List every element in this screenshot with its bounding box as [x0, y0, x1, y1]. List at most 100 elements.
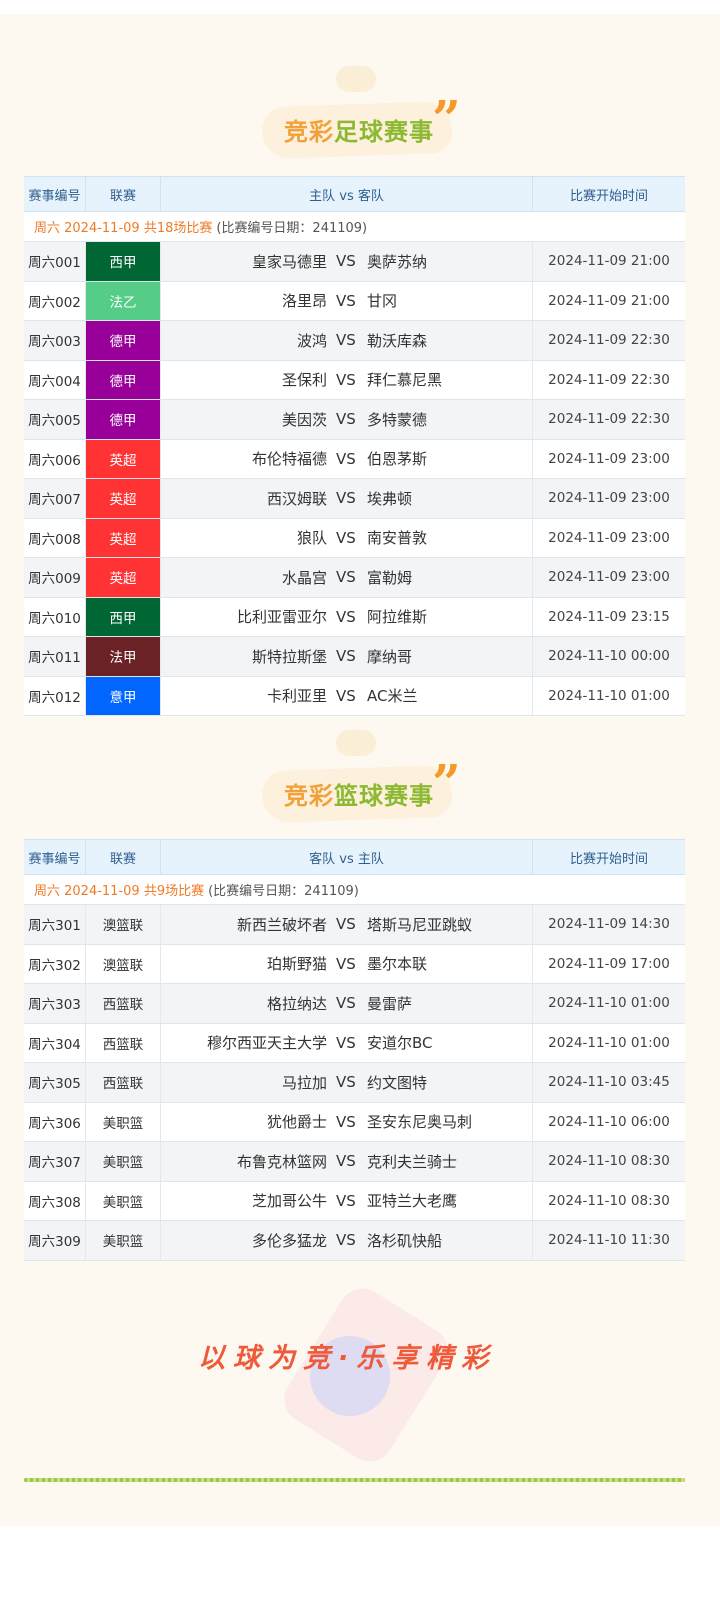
table-row[interactable]: 周六012 意甲 卡利亚里 VS AC米兰 2024-11-10 01:00 [24, 676, 685, 716]
table-row[interactable]: 周六302 澳篮联 珀斯野猫 VS 墨尔本联 2024-11-09 17:00 [24, 944, 685, 984]
table-row[interactable]: 周六307 美职篮 布鲁克林篮网 VS 克利夫兰骑士 2024-11-10 08:30 [24, 1142, 685, 1182]
teams-cell: 布鲁克林篮网 VS 克利夫兰骑士 [161, 1142, 533, 1181]
home-team: 圣保利 [281, 371, 327, 390]
start-time: 2024-11-10 03:45 [548, 1074, 670, 1091]
table-row[interactable]: 周六010 西甲 比利亚雷亚尔 VS 阿拉维斯 2024-11-09 23:15 [24, 597, 685, 637]
match-id: 周六308 [24, 1181, 86, 1220]
teams-cell: 格拉纳达 VS 曼雷萨 [161, 984, 533, 1023]
table-row[interactable]: 周六303 西篮联 格拉纳达 VS 曼雷萨 2024-11-10 01:00 [24, 984, 685, 1024]
vs-label: VS [336, 528, 356, 547]
teams-cell: 斯特拉斯堡 VS 摩纳哥 [161, 637, 533, 676]
quote-mark-icon: ” [432, 753, 461, 812]
table-row[interactable]: 周六309 美职篮 多伦多猛龙 VS 洛杉矶快船 2024-11-10 11:30 [24, 1221, 685, 1261]
away-team: 南安普敦 [367, 529, 428, 548]
table-row[interactable]: 周六006 英超 布伦特福德 VS 伯恩茅斯 2024-11-09 23:00 [24, 439, 685, 479]
home-team: 比利亚雷亚尔 [236, 608, 327, 627]
start-time: 2024-11-10 01:00 [548, 995, 670, 1012]
league-badge: 澳篮联 [86, 944, 161, 983]
match-id: 周六304 [24, 1023, 86, 1062]
table-row[interactable]: 周六001 西甲 皇家马德里 VS 奥萨苏纳 2024-11-09 21:00 [24, 242, 685, 282]
vs-label: VS [336, 449, 356, 468]
grass-divider [24, 1478, 685, 1482]
match-id: 周六004 [24, 360, 86, 399]
table-row[interactable]: 周六308 美职篮 芝加哥公牛 VS 亚特兰大老鹰 2024-11-10 08:30 [24, 1181, 685, 1221]
start-time: 2024-11-10 08:30 [548, 1192, 670, 1209]
table-row[interactable]: 周六011 法甲 斯特拉斯堡 VS 摩纳哥 2024-11-10 00:00 [24, 637, 685, 677]
home-team: 格拉纳达 [266, 994, 327, 1013]
teams-cell: 马拉加 VS 约文图特 [161, 1063, 533, 1102]
start-time: 2024-11-10 08:30 [548, 1153, 670, 1170]
teams-cell: 水晶宫 VS 富勒姆 [161, 558, 533, 597]
teams-cell: 比利亚雷亚尔 VS 阿拉维斯 [161, 597, 533, 636]
teams-cell: 圣保利 VS 拜仁慕尼黑 [161, 360, 533, 399]
match-id: 周六008 [24, 518, 86, 557]
basketball-table: 赛事编号 联赛 客队 vs 主队 比赛开始时间 周六 2024-11-09 共9… [24, 839, 685, 1261]
vs-label: VS [336, 291, 356, 310]
start-time: 2024-11-09 22:30 [548, 332, 670, 349]
vs-label: VS [336, 410, 356, 429]
match-id: 周六001 [24, 242, 86, 281]
league-badge: 法乙 [86, 281, 161, 320]
start-time: 2024-11-09 22:30 [548, 411, 670, 428]
start-time: 2024-11-09 21:00 [548, 292, 670, 309]
match-id: 周六302 [24, 944, 86, 983]
home-team: 多伦多猛龙 [251, 1231, 327, 1250]
start-time: 2024-11-10 01:00 [548, 1034, 670, 1051]
table-row[interactable]: 周六005 德甲 美因茨 VS 多特蒙德 2024-11-09 22:30 [24, 400, 685, 440]
table-row[interactable]: 周六007 英超 西汉姆联 VS 埃弗顿 2024-11-09 23:00 [24, 479, 685, 519]
vs-label: VS [336, 370, 356, 389]
home-team: 布伦特福德 [251, 450, 327, 469]
away-team: 塔斯马尼亚跳蚁 [367, 915, 473, 934]
vs-label: VS [336, 954, 356, 973]
match-id: 周六307 [24, 1142, 86, 1181]
table-row[interactable]: 周六002 法乙 洛里昂 VS 甘冈 2024-11-09 21:00 [24, 281, 685, 321]
league-badge: 英超 [86, 518, 161, 557]
vs-label: VS [336, 1033, 356, 1052]
league-badge: 西甲 [86, 242, 161, 281]
start-time: 2024-11-09 23:00 [548, 529, 670, 546]
vs-label: VS [336, 607, 356, 626]
home-team: 穆尔西亚天主大学 [206, 1034, 327, 1053]
away-team: 安道尔BC [367, 1034, 433, 1053]
away-team: 拜仁慕尼黑 [367, 371, 443, 390]
table-row[interactable]: 周六004 德甲 圣保利 VS 拜仁慕尼黑 2024-11-09 22:30 [24, 360, 685, 400]
match-id: 周六309 [24, 1221, 86, 1260]
home-team: 皇家马德里 [251, 252, 327, 271]
away-team: 约文图特 [367, 1073, 428, 1092]
table-row[interactable]: 周六301 澳篮联 新西兰破坏者 VS 塔斯马尼亚跳蚁 2024-11-09 14:30 [24, 905, 685, 945]
league-badge: 美职篮 [86, 1142, 161, 1181]
title-decoration [336, 66, 376, 92]
table-row[interactable]: 周六306 美职篮 犹他爵士 VS 圣安东尼奥马刺 2024-11-10 06:00 [24, 1102, 685, 1142]
vs-label: VS [336, 915, 356, 934]
teams-cell: 狼队 VS 南安普敦 [161, 518, 533, 557]
league-badge: 德甲 [86, 360, 161, 399]
home-team: 美因茨 [281, 410, 327, 429]
table-header: 赛事编号 联赛 客队 vs 主队 比赛开始时间 [24, 839, 685, 875]
start-time: 2024-11-09 23:15 [548, 608, 670, 625]
start-time: 2024-11-09 17:00 [548, 955, 670, 972]
away-team: 亚特兰大老鹰 [367, 1192, 458, 1211]
header-time: 比赛开始时间 [569, 188, 648, 204]
table-row[interactable]: 周六305 西篮联 马拉加 VS 约文图特 2024-11-10 03:45 [24, 1063, 685, 1103]
home-team: 犹他爵士 [266, 1113, 327, 1132]
teams-cell: 美因茨 VS 多特蒙德 [161, 400, 533, 439]
match-id: 周六301 [24, 905, 86, 944]
league-badge: 西篮联 [86, 1023, 161, 1062]
away-team: 多特蒙德 [367, 410, 428, 429]
teams-cell: 波鸿 VS 勒沃库森 [161, 321, 533, 360]
match-id: 周六306 [24, 1102, 86, 1141]
table-row[interactable]: 周六304 西篮联 穆尔西亚天主大学 VS 安道尔BC 2024-11-10 01:00 [24, 1023, 685, 1063]
title-decoration [336, 730, 376, 756]
start-time: 2024-11-10 06:00 [548, 1113, 670, 1130]
basketball-rows: 周六301 澳篮联 新西兰破坏者 VS 塔斯马尼亚跳蚁 2024-11-09 14:30 周… [24, 905, 685, 1261]
vs-label: VS [336, 1191, 356, 1210]
table-row[interactable]: 周六009 英超 水晶宫 VS 富勒姆 2024-11-09 23:00 [24, 558, 685, 598]
table-row[interactable]: 周六008 英超 狼队 VS 南安普敦 2024-11-09 23:00 [24, 518, 685, 558]
table-row[interactable]: 周六003 德甲 波鸿 VS 勒沃库森 2024-11-09 22:30 [24, 321, 685, 361]
vs-label: VS [336, 1231, 356, 1250]
league-badge: 英超 [86, 439, 161, 478]
away-team: 勒沃库森 [367, 331, 428, 350]
table-header: 赛事编号 联赛 主队 vs 客队 比赛开始时间 [24, 176, 685, 212]
away-team: 圣安东尼奥马刺 [367, 1113, 473, 1132]
league-badge: 澳篮联 [86, 905, 161, 944]
